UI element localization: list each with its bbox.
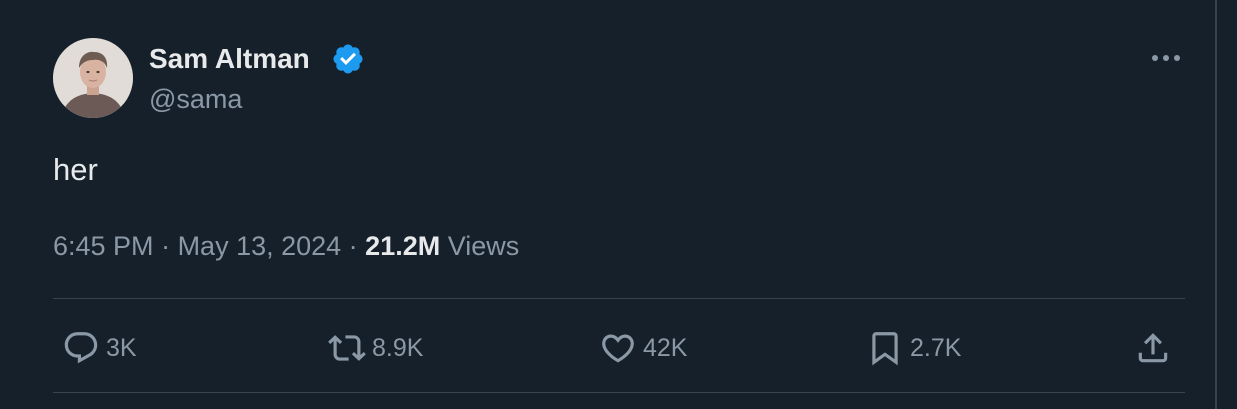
- avatar[interactable]: [53, 38, 133, 118]
- divider: [53, 392, 1185, 393]
- meta-separator: ·: [153, 231, 178, 261]
- avatar-photo: [53, 38, 133, 118]
- share-icon: [1138, 333, 1168, 363]
- more-options-icon[interactable]: [1148, 46, 1184, 70]
- author-handle[interactable]: @sama: [149, 82, 242, 116]
- bookmark-count: 2.7K: [910, 334, 962, 362]
- author-name[interactable]: Sam Altman: [149, 42, 310, 76]
- views-label: Views: [440, 231, 520, 261]
- tweet-text: her: [53, 152, 98, 187]
- divider: [53, 298, 1185, 299]
- retweet-button[interactable]: 8.9K: [328, 328, 423, 368]
- heart-icon: [602, 334, 634, 363]
- meta-separator: ·: [341, 231, 366, 261]
- tweet-date[interactable]: May 13, 2024: [178, 231, 342, 261]
- bookmark-button[interactable]: 2.7K: [866, 328, 961, 368]
- verified-badge-icon: [333, 44, 363, 74]
- column-border: [1215, 0, 1217, 409]
- bookmark-icon: [872, 332, 898, 366]
- retweet-icon: [328, 335, 366, 361]
- retweet-count: 8.9K: [372, 334, 424, 362]
- like-count: 42K: [643, 334, 688, 362]
- reply-button[interactable]: 3K: [62, 328, 137, 368]
- tweet-meta: 6:45 PM · May 13, 2024 · 21.2M Views: [53, 228, 519, 264]
- like-button[interactable]: 42K: [599, 328, 687, 368]
- tweet-time[interactable]: 6:45 PM: [53, 231, 154, 261]
- share-button[interactable]: [1134, 328, 1172, 368]
- reply-icon: [64, 332, 98, 364]
- tweet-card: Sam Altman @sama her 6:45 PM · May 13, 2…: [0, 0, 1237, 409]
- views-count: 21.2M: [365, 231, 441, 261]
- reply-count: 3K: [106, 334, 137, 362]
